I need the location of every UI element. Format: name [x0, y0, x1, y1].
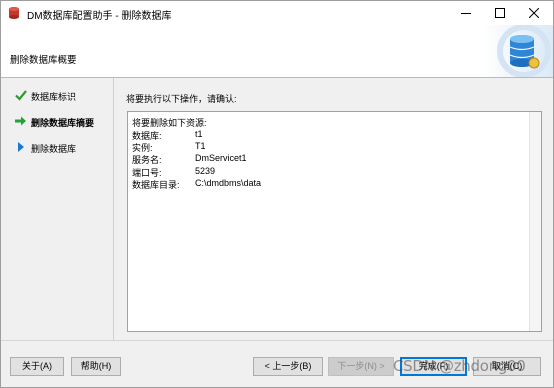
- title-bar[interactable]: DM数据库配置助手 - 删除数据库: [1, 1, 553, 25]
- summary-key: 服务名:: [132, 155, 162, 165]
- check-icon: [15, 89, 27, 101]
- about-button[interactable]: 关于(A): [10, 357, 64, 376]
- next-button[interactable]: 下一步(N) >: [328, 357, 394, 376]
- step-delete-database[interactable]: 删除数据库: [15, 140, 111, 156]
- confirm-prompt: 将要执行以下操作，请确认:: [126, 94, 237, 104]
- wizard-window: DM数据库配置助手 - 删除数据库 删除数据库概要 数据库标识 删除数据库摘要 …: [0, 0, 554, 388]
- triangle-right-icon: [15, 141, 27, 153]
- step-delete-summary[interactable]: 删除数据库摘要: [15, 114, 111, 130]
- summary-row: 实例: T1: [132, 141, 532, 153]
- arrow-right-icon: [15, 115, 27, 127]
- database-settings-icon: [484, 24, 553, 78]
- minimize-icon: [461, 13, 471, 14]
- summary-value: t1: [195, 129, 203, 139]
- step-label: 数据库标识: [31, 92, 77, 102]
- summary-value: T1: [195, 141, 206, 151]
- footer-divider: [1, 340, 553, 341]
- maximize-icon: [495, 8, 505, 18]
- summary-value: C:\dmdbms\data: [195, 178, 262, 188]
- summary-value: DmServicet1: [195, 153, 247, 163]
- close-icon: [529, 8, 539, 18]
- watermark-text: CSDN @zhdong00: [393, 357, 526, 375]
- vertical-scrollbar[interactable]: [529, 112, 541, 331]
- previous-button[interactable]: < 上一步(B): [253, 357, 323, 376]
- step-label: 删除数据库摘要: [31, 118, 95, 128]
- help-button[interactable]: 帮助(H): [71, 357, 121, 376]
- maximize-button[interactable]: [483, 1, 517, 25]
- step-database-identity[interactable]: 数据库标识: [15, 88, 111, 104]
- summary-key: 数据库目录:: [132, 180, 180, 190]
- summary-row: 端口号: 5239: [132, 166, 532, 178]
- summary-row: 数据库目录: C:\dmdbms\data: [132, 178, 532, 190]
- minimize-button[interactable]: [449, 1, 483, 25]
- summary-heading: 将要删除如下资源:: [132, 118, 207, 128]
- page-title: 删除数据库概要: [10, 55, 77, 66]
- summary-value: 5239: [195, 166, 216, 176]
- dm-app-icon: [7, 6, 21, 20]
- step-label: 删除数据库: [31, 144, 77, 154]
- nav-divider: [113, 78, 114, 340]
- window-title: DM数据库配置助手 - 删除数据库: [27, 11, 172, 22]
- wizard-header: 删除数据库概要: [1, 24, 553, 78]
- close-button[interactable]: [517, 1, 551, 25]
- wizard-steps: 数据库标识 删除数据库摘要 删除数据库: [3, 78, 111, 340]
- summary-textarea[interactable]: 将要删除如下资源: 数据库: t1 实例: T1 服务名: DmServicet…: [127, 111, 542, 332]
- summary-row: 数据库: t1: [132, 129, 532, 141]
- summary-row: 服务名: DmServicet1: [132, 153, 532, 165]
